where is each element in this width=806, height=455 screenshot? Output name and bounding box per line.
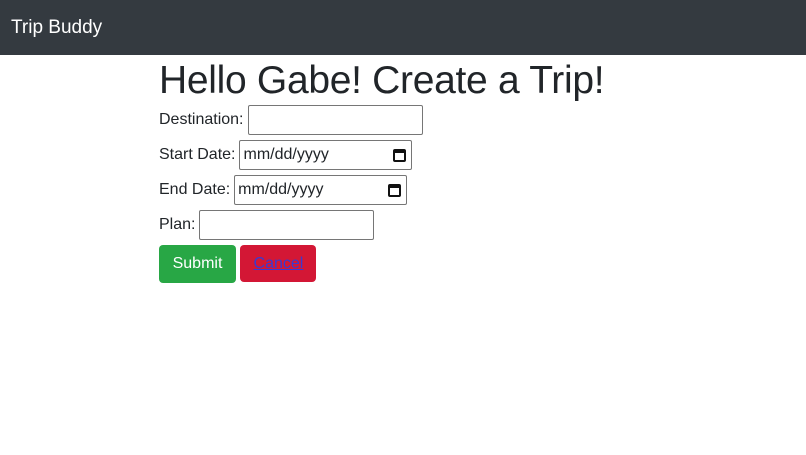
calendar-icon[interactable] <box>393 148 407 162</box>
plan-label: Plan: <box>159 216 196 234</box>
destination-row: Destination: <box>159 103 779 138</box>
page-title: Hello Gabe! Create a Trip! <box>159 59 605 102</box>
start-date-placeholder: mm/dd/yyyy <box>243 146 329 164</box>
create-trip-form: Destination: Start Date: mm/dd/yyyy End … <box>159 103 779 283</box>
plan-input[interactable] <box>199 210 375 241</box>
cancel-link[interactable]: Cancel <box>254 255 304 272</box>
end-date-row: End Date: mm/dd/yyyy <box>159 173 779 208</box>
brand-link[interactable]: Trip Buddy <box>11 18 102 37</box>
start-date-input[interactable]: mm/dd/yyyy <box>239 140 413 171</box>
end-date-input[interactable]: mm/dd/yyyy <box>234 175 408 206</box>
cancel-button[interactable]: Cancel <box>240 244 317 282</box>
navbar: Trip Buddy <box>0 0 806 55</box>
start-date-label: Start Date: <box>159 146 236 164</box>
actions: Submit Cancel <box>159 243 779 283</box>
destination-input[interactable] <box>247 105 423 136</box>
trip-form-container: Hello Gabe! Create a Trip! Destination: … <box>159 55 779 283</box>
start-date-row: Start Date: mm/dd/yyyy <box>159 138 779 173</box>
destination-label: Destination: <box>159 111 244 129</box>
plan-row: Plan: <box>159 208 779 243</box>
submit-button[interactable]: Submit <box>159 244 236 283</box>
calendar-icon[interactable] <box>388 183 402 197</box>
end-date-placeholder: mm/dd/yyyy <box>238 181 324 199</box>
end-date-label: End Date: <box>159 181 231 199</box>
